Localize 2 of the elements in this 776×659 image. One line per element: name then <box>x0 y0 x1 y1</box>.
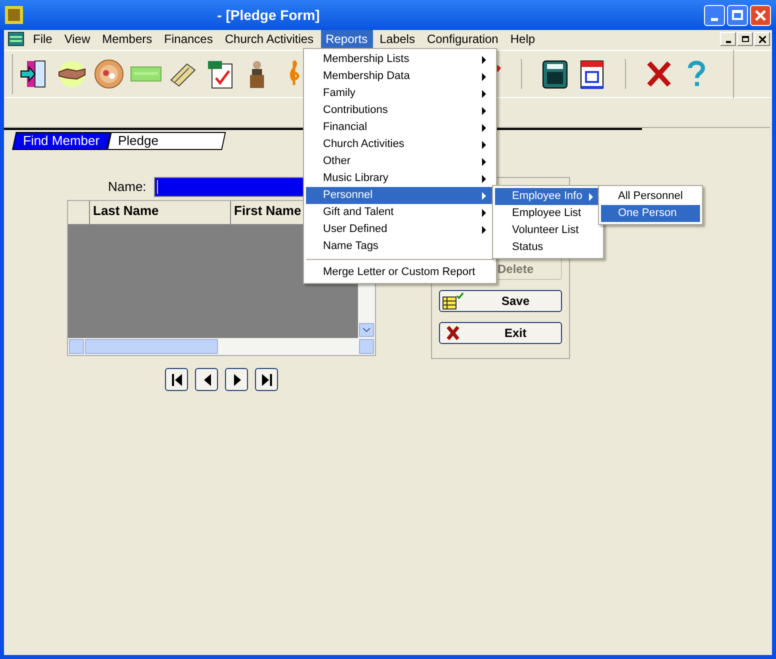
field-label: Name: <box>108 178 146 196</box>
window-title: - [Pledge Form] <box>217 6 320 25</box>
